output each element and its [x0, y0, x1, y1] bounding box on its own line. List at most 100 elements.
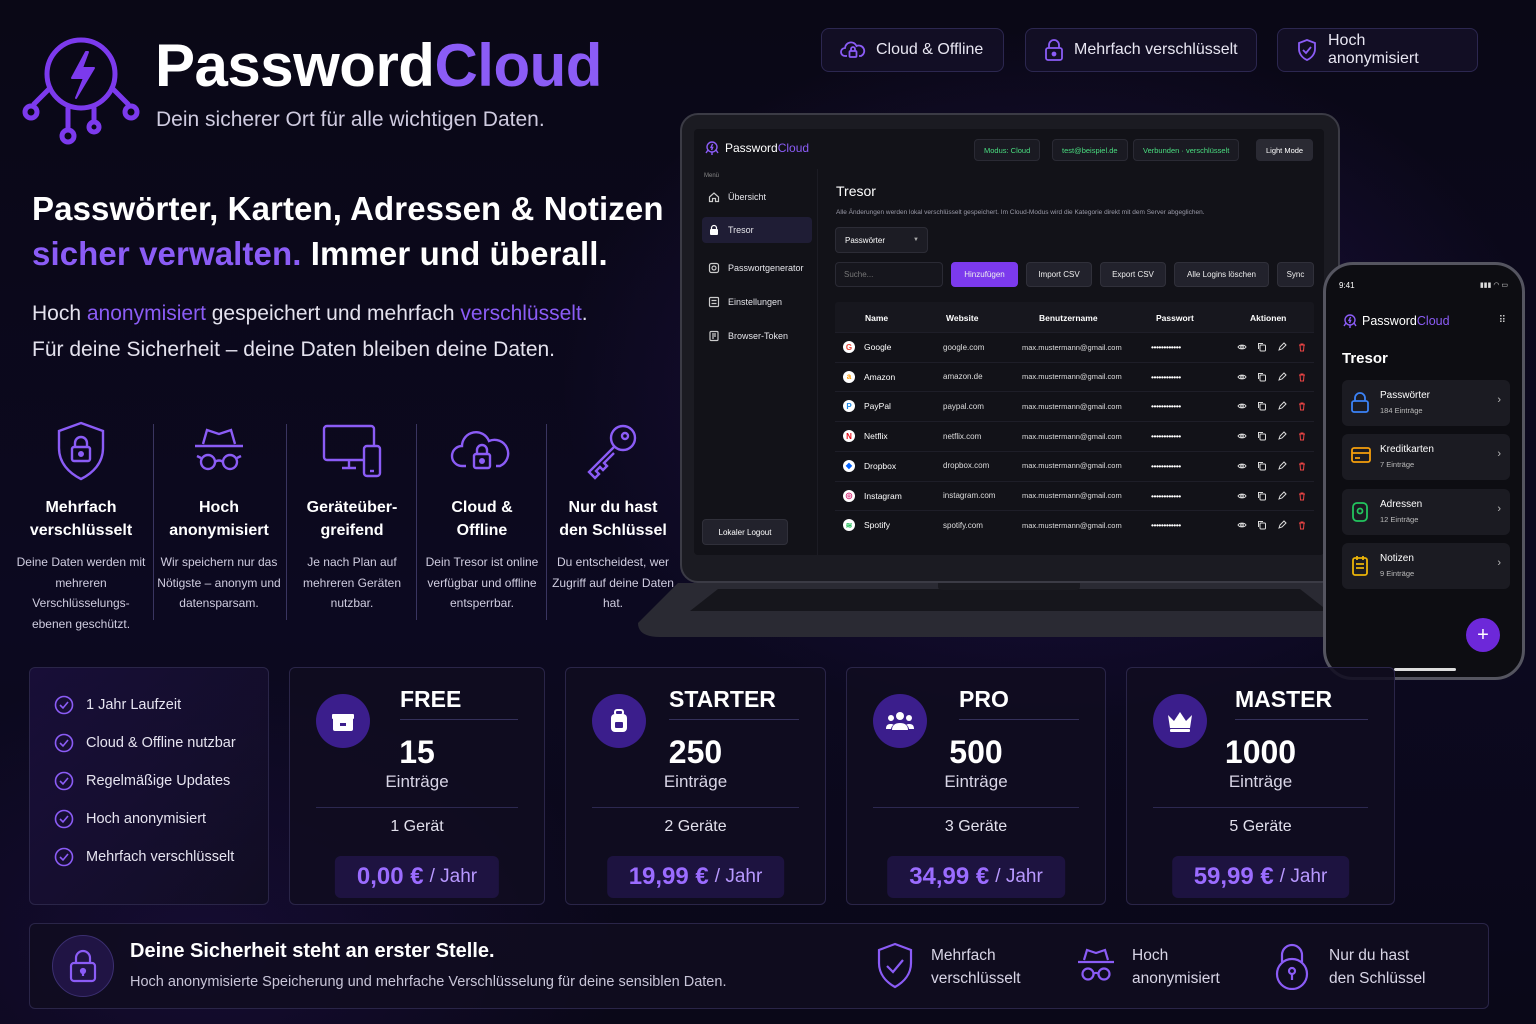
plan-price-button[interactable]: 34,99 € / Jahr — [887, 856, 1065, 898]
light-mode-button[interactable]: Light Mode — [1256, 139, 1314, 161]
table-row[interactable]: ◎ Instagram instagram.com max.mustermann@gm… — [835, 480, 1314, 510]
phone-item-addresses[interactable]: Adressen 12 Einträge › — [1342, 488, 1510, 535]
add-fab-button[interactable]: + — [1466, 618, 1500, 652]
plan-free-card[interactable]: FREE 15 Einträge 1 Gerät 0,00 € / Jahr — [289, 667, 545, 905]
eye-icon[interactable] — [1237, 520, 1247, 530]
table-row[interactable]: G Google google.com max.mustermann@gmail.co… — [835, 332, 1314, 361]
row-username: max.mustermann@gmail.com — [1022, 461, 1122, 471]
edit-icon[interactable] — [1277, 431, 1287, 441]
site-logo-icon: P — [843, 400, 855, 413]
table-row[interactable]: ◆ Dropbox dropbox.com max.mustermann@gmail.… — [835, 450, 1314, 480]
phone-item-cards[interactable]: Kreditkarten 7 Einträge › — [1342, 434, 1510, 481]
plan-starter-card[interactable]: STARTER 250 Einträge 2 Geräte 19,99 € / Jahr — [565, 667, 826, 905]
trash-icon[interactable] — [1297, 342, 1307, 352]
search-input[interactable]: Suche... — [835, 262, 943, 287]
plan-entries-count: 500 — [949, 734, 1003, 770]
note-icon — [1350, 555, 1370, 577]
eye-icon[interactable] — [1237, 342, 1247, 352]
copy-icon[interactable] — [1257, 401, 1267, 411]
trash-icon[interactable] — [1297, 372, 1307, 382]
row-website: paypal.com — [943, 401, 984, 411]
edit-icon[interactable] — [1277, 401, 1287, 411]
phone-brand: PasswordCloud — [1342, 313, 1450, 329]
edit-icon[interactable] — [1277, 461, 1287, 471]
copy-icon[interactable] — [1257, 461, 1267, 471]
eye-icon[interactable] — [1237, 491, 1247, 501]
shield-check-icon — [1296, 38, 1318, 62]
copy-icon[interactable] — [1257, 342, 1267, 352]
row-password: •••••••••••• — [1151, 520, 1181, 531]
edit-icon[interactable] — [1277, 490, 1287, 501]
sidebar-item-browser-token[interactable]: Browser-Token — [702, 323, 812, 349]
phone-frame: 9:41 ▮▮▮ ◠ ▭ PasswordCloud ⠿ Tresor Pass… — [1323, 262, 1525, 680]
credit-card-icon — [1350, 446, 1372, 464]
eye-icon[interactable] — [1237, 461, 1247, 471]
cloud-lock-icon — [417, 420, 547, 482]
trash-icon[interactable] — [1297, 520, 1307, 530]
feature-devices: Geräteüber-greifend Je nach Plan auf meh… — [287, 420, 417, 614]
sidebar-item-vault[interactable]: Tresor — [702, 217, 812, 243]
page-hint: Alle Änderungen werden lokal verschlüsse… — [836, 209, 1205, 216]
divider — [592, 807, 799, 808]
app-window: PasswordCloud Modus: Cloud test@beispiel… — [694, 129, 1324, 555]
phone-title: Tresor — [1342, 350, 1388, 367]
plan-price-button[interactable]: 0,00 € / Jahr — [334, 856, 500, 898]
app-sidebar: Menü Übersicht Tresor Passwortgenerator … — [694, 169, 818, 555]
trash-icon[interactable] — [1297, 461, 1307, 471]
sidebar-item-settings[interactable]: Einstellungen — [702, 289, 812, 315]
edit-icon[interactable] — [1277, 371, 1287, 382]
eye-icon[interactable] — [1237, 431, 1247, 441]
site-logo-icon: a — [843, 370, 855, 383]
brand-logo-icon — [20, 26, 142, 146]
row-website: netflix.com — [943, 431, 982, 441]
eye-icon[interactable] — [1237, 372, 1247, 382]
brand-title: PasswordCloud — [155, 32, 602, 99]
copy-icon[interactable] — [1257, 372, 1267, 382]
sync-button[interactable]: Sync — [1277, 262, 1314, 287]
pill-anonymized: Hoch anonymisiert — [1277, 28, 1478, 72]
table-row[interactable]: a Amazon amazon.de max.mustermann@gmail.com… — [835, 361, 1314, 391]
logout-button[interactable]: Lokaler Logout — [702, 519, 788, 545]
phone-item-passwords[interactable]: Passwörter 184 Einträge › — [1342, 380, 1510, 426]
edit-icon[interactable] — [1277, 342, 1287, 352]
plan-pro-card[interactable]: PRO 500 Einträge 3 Geräte 34,99 € / Jahr — [846, 667, 1106, 905]
edit-icon[interactable] — [1277, 520, 1287, 530]
row-name: Instagram — [864, 490, 902, 501]
plan-price-button[interactable]: 59,99 € / Jahr — [1171, 856, 1350, 898]
plan-price-button[interactable]: 19,99 € / Jahr — [606, 856, 785, 898]
row-name: Netflix — [864, 431, 888, 442]
table-row[interactable]: N Netflix netflix.com max.mustermann@gmail.… — [835, 421, 1314, 450]
row-website: google.com — [943, 342, 985, 352]
footer-text: Hoch anonymisierte Speicherung und mehrf… — [130, 974, 727, 990]
sidebar-item-overview[interactable]: Übersicht — [702, 184, 812, 210]
lock-icon — [68, 949, 98, 983]
copy-icon[interactable] — [1257, 491, 1267, 501]
trash-icon[interactable] — [1297, 431, 1307, 441]
trash-icon[interactable] — [1297, 401, 1307, 411]
delete-all-button[interactable]: Alle Logins löschen — [1174, 262, 1269, 287]
menu-grid-icon[interactable]: ⠿ — [1499, 315, 1506, 326]
category-select[interactable]: Passwörter ▼ — [835, 227, 928, 253]
row-name: Amazon — [864, 371, 896, 382]
divider — [669, 719, 799, 720]
phone-item-notes[interactable]: Notizen 9 Einträge › — [1342, 542, 1510, 589]
check-circle-icon — [54, 695, 74, 715]
eye-icon[interactable] — [1237, 401, 1247, 411]
plan-devices: 2 Geräte — [664, 818, 727, 835]
trash-icon[interactable] — [1297, 491, 1307, 501]
row-username: max.mustermann@gmail.com — [1022, 491, 1122, 500]
export-csv-button[interactable]: Export CSV — [1100, 262, 1166, 287]
import-csv-button[interactable]: Import CSV — [1026, 262, 1092, 287]
table-row[interactable]: ≋ Spotify spotify.com max.mustermann@gmail.… — [835, 510, 1314, 539]
row-password: •••••••••••• — [1151, 401, 1181, 412]
page-title: Tresor — [836, 183, 876, 199]
copy-icon[interactable] — [1257, 431, 1267, 441]
add-button[interactable]: Hinzufügen — [951, 262, 1018, 287]
table-row[interactable]: P PayPal paypal.com max.mustermann@gmail.co… — [835, 391, 1314, 420]
token-icon — [708, 330, 720, 342]
copy-icon[interactable] — [1257, 520, 1267, 530]
pill-encrypted: Mehrfach verschlüsselt — [1025, 28, 1257, 72]
shield-lock-icon — [16, 420, 146, 482]
sidebar-item-generator[interactable]: Passwortgenerator — [702, 255, 812, 281]
plan-master-card[interactable]: MASTER 1000 Einträge 5 Geräte 59,99 € / Jahr — [1126, 667, 1395, 905]
